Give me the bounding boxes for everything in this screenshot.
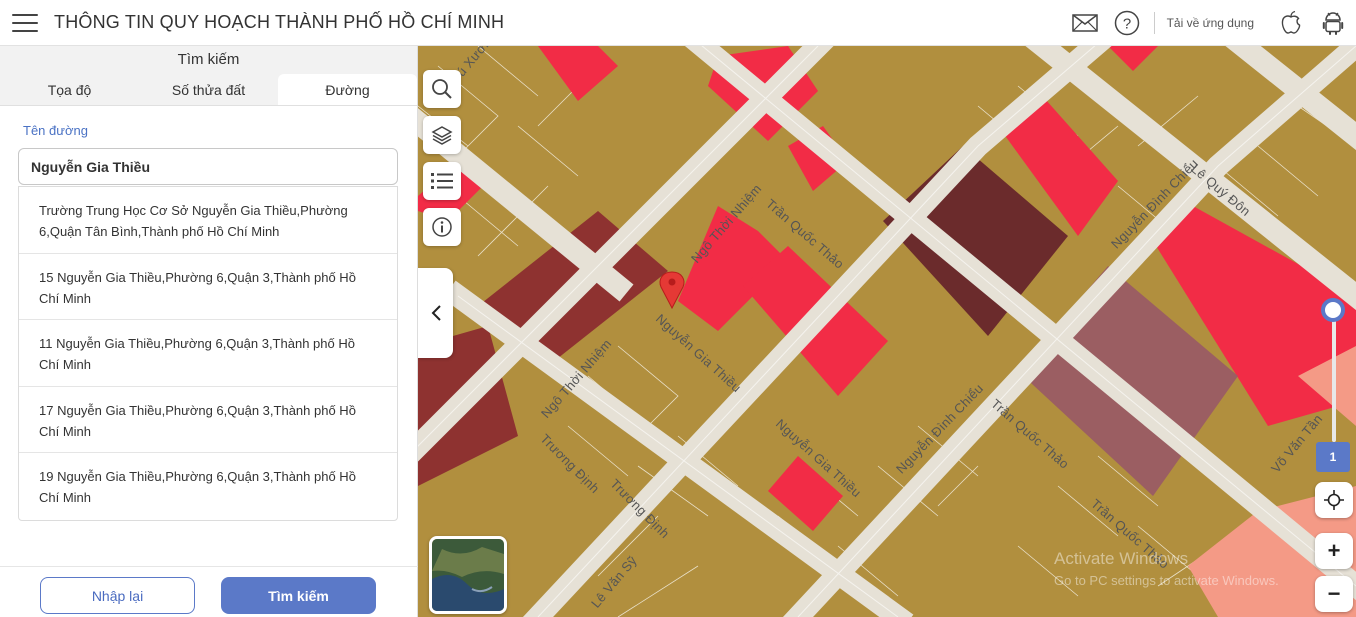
layers-icon[interactable] [423,116,461,154]
road-name-input[interactable] [18,148,398,185]
locate-me-icon[interactable] [1315,482,1353,518]
zoom-out-button[interactable]: − [1315,576,1353,612]
svg-text:?: ? [1122,16,1130,33]
suggestion-item[interactable]: 11 Nguyễn Gia Thiều,Phường 6,Quận 3,Thàn… [19,320,397,387]
panel-title: Tìm kiếm [0,46,417,74]
windows-activation-watermark: Activate Windows [1054,549,1189,568]
zoom-slider-handle[interactable] [1321,298,1345,322]
collapse-panel-icon[interactable] [418,268,453,358]
apple-icon[interactable] [1274,6,1308,40]
tab-parcel-number[interactable]: Số thửa đất [139,74,278,105]
app-header: THÔNG TIN QUY HOẠCH THÀNH PHỐ HỒ CHÍ MIN… [0,0,1356,46]
info-icon[interactable] [423,208,461,246]
help-icon[interactable]: ? [1110,6,1144,40]
suggestion-item[interactable]: 19 Nguyễn Gia Thiều,Phường 6,Quận 3,Thàn… [19,453,397,520]
suggestion-item[interactable]: 17 Nguyễn Gia Thiều,Phường 6,Quận 3,Thàn… [19,387,397,454]
header-actions: ? Tải về ứng dụng [1060,0,1356,46]
map-search-icon[interactable] [423,70,461,108]
search-panel: Tìm kiếm Tọa độ Số thửa đất Đường Tên đư… [0,46,418,617]
planning-map[interactable]: Ngô Thời Nhiệm Ngô Thời Nhiệm Trần Quốc … [418,46,1356,617]
header-divider [1153,12,1155,34]
tab-coordinates[interactable]: Tọa độ [0,74,139,105]
suggestion-item[interactable]: Trường Trung Học Cơ Sở Nguyễn Gia Thiều,… [19,187,397,254]
zoom-in-button[interactable]: + [1315,533,1353,569]
reset-button[interactable]: Nhập lại [40,577,195,614]
map-canvas[interactable] [418,46,1356,617]
app-title: THÔNG TIN QUY HOẠCH THÀNH PHỐ HỒ CHÍ MIN… [54,12,505,32]
download-app-text: Tải về ứng dụng [1166,16,1254,30]
search-tabs: Tọa độ Số thửa đất Đường [0,74,417,106]
hamburger-menu-icon[interactable] [12,13,38,32]
tab-road[interactable]: Đường [278,74,417,105]
mail-icon[interactable] [1068,6,1102,40]
panel-footer: Nhập lại Tìm kiếm [0,566,418,617]
road-name-label: Tên đường [23,123,88,138]
satellite-basemap-toggle[interactable] [429,536,507,614]
windows-activation-hint: Go to PC settings to activate Windows. [1054,573,1279,588]
search-button[interactable]: Tìm kiếm [221,577,376,614]
android-icon[interactable] [1316,6,1350,40]
suggestion-list: Trường Trung Học Cơ Sở Nguyễn Gia Thiều,… [18,186,398,521]
zoom-level-badge: 1 [1316,442,1350,472]
suggestion-item[interactable]: 15 Nguyễn Gia Thiều,Phường 6,Quận 3,Thàn… [19,254,397,321]
legend-list-icon[interactable] [423,162,461,200]
zoom-slider-track[interactable] [1332,310,1336,442]
